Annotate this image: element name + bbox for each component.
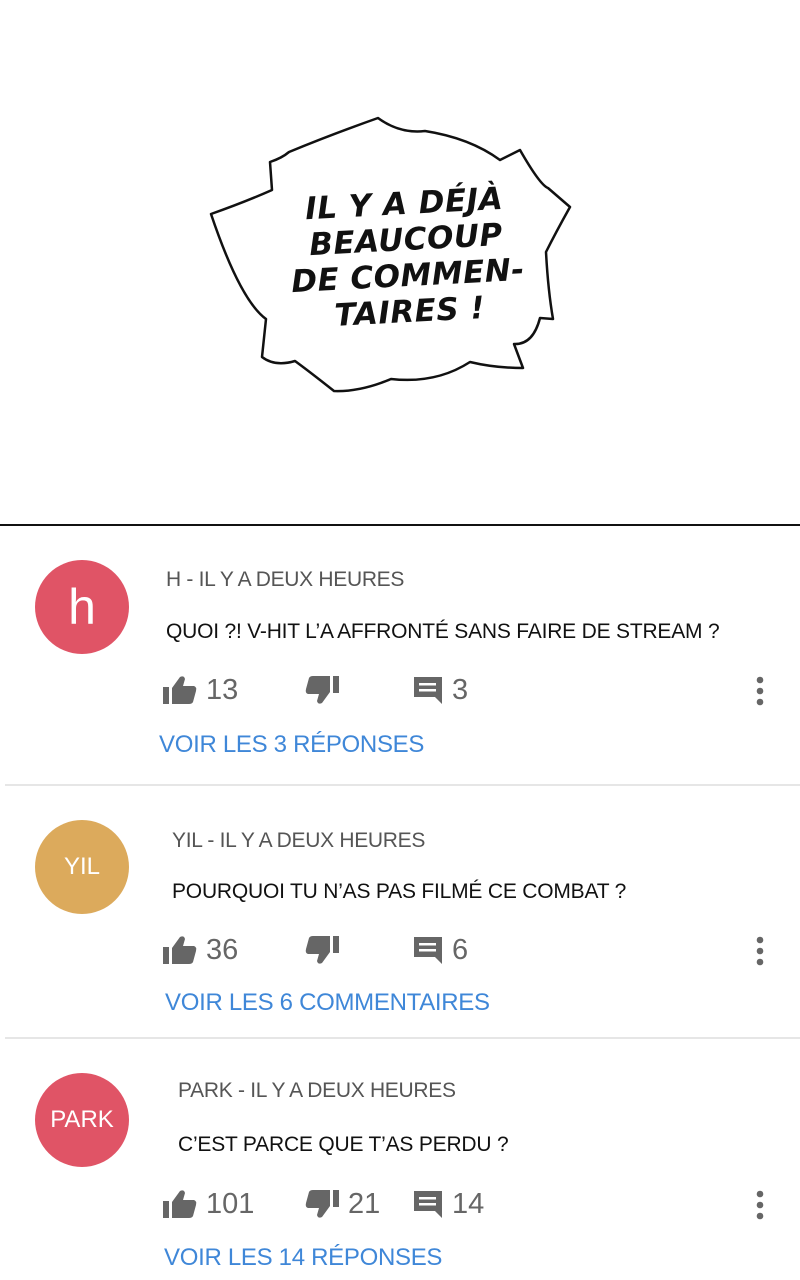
panel-border bbox=[0, 524, 800, 526]
dislike-count: 21 bbox=[348, 1187, 381, 1220]
more-vertical-icon bbox=[756, 936, 764, 966]
thumbs-down-icon bbox=[305, 676, 339, 704]
like-button[interactable]: 13 bbox=[162, 670, 238, 710]
thumbs-up-icon bbox=[163, 936, 197, 964]
comment-text: QUOI ?! V-HIT L’A AFFRONTÉ SANS FAIRE DE… bbox=[166, 620, 720, 643]
divider bbox=[5, 784, 800, 786]
comment-icon bbox=[414, 937, 442, 964]
more-options-button[interactable] bbox=[754, 676, 766, 711]
comment-meta: YIL - IL Y A DEUX HEURES bbox=[172, 829, 426, 852]
comment-text: C’EST PARCE QUE T’AS PERDU ? bbox=[178, 1133, 509, 1156]
dislike-button[interactable] bbox=[304, 930, 348, 970]
thumbs-up-icon bbox=[163, 1190, 197, 1218]
like-button[interactable]: 36 bbox=[162, 930, 238, 970]
avatar[interactable]: YIL bbox=[35, 820, 129, 914]
more-vertical-icon bbox=[756, 676, 764, 706]
reply-count: 3 bbox=[452, 673, 469, 706]
view-replies-link[interactable]: VOIR LES 3 RÉPONSES bbox=[159, 731, 424, 759]
like-count: 101 bbox=[206, 1187, 255, 1220]
like-count: 13 bbox=[206, 673, 239, 706]
comment-icon bbox=[414, 677, 442, 704]
reply-button[interactable]: 6 bbox=[412, 930, 468, 970]
comment-actions: 13 3 bbox=[162, 670, 782, 710]
dislike-button[interactable] bbox=[304, 670, 348, 710]
comment-text: POURQUOI TU N’AS PAS FILMÉ CE COMBAT ? bbox=[172, 880, 627, 903]
like-count: 36 bbox=[206, 933, 239, 966]
manga-panel: IL Y A DÉJÀ BEAUCOUP DE COMMEN- TAIRES ! bbox=[0, 0, 800, 525]
avatar-label: h bbox=[68, 579, 96, 635]
comment-icon bbox=[414, 1191, 442, 1218]
dislike-button[interactable]: 21 bbox=[304, 1184, 380, 1224]
comment-actions: 36 6 bbox=[162, 930, 782, 970]
reply-count: 14 bbox=[452, 1187, 485, 1220]
thumbs-down-icon bbox=[305, 936, 339, 964]
speech-bubble-text: IL Y A DÉJÀ BEAUCOUP DE COMMEN- TAIRES ! bbox=[258, 179, 555, 338]
view-comments-link[interactable]: VOIR LES 6 COMMENTAIRES bbox=[165, 989, 490, 1017]
avatar[interactable]: h bbox=[35, 560, 129, 654]
reply-count: 6 bbox=[452, 933, 469, 966]
more-vertical-icon bbox=[756, 1190, 764, 1220]
reply-button[interactable]: 3 bbox=[412, 670, 468, 710]
thumbs-down-icon bbox=[305, 1190, 339, 1218]
comment-meta: H - IL Y A DEUX HEURES bbox=[166, 568, 405, 591]
comment-actions: 101 21 14 bbox=[162, 1184, 782, 1224]
avatar[interactable]: PARK bbox=[35, 1073, 129, 1167]
reply-button[interactable]: 14 bbox=[412, 1184, 484, 1224]
avatar-label: YIL bbox=[63, 853, 101, 880]
more-options-button[interactable] bbox=[754, 936, 766, 971]
thumbs-up-icon bbox=[163, 676, 197, 704]
more-options-button[interactable] bbox=[754, 1190, 766, 1225]
comment-meta: PARK - IL Y A DEUX HEURES bbox=[178, 1079, 456, 1102]
view-replies-link[interactable]: VOIR LES 14 RÉPONSES bbox=[164, 1244, 442, 1272]
divider bbox=[5, 1037, 800, 1039]
like-button[interactable]: 101 bbox=[162, 1184, 254, 1224]
avatar-label: PARK bbox=[50, 1106, 114, 1133]
